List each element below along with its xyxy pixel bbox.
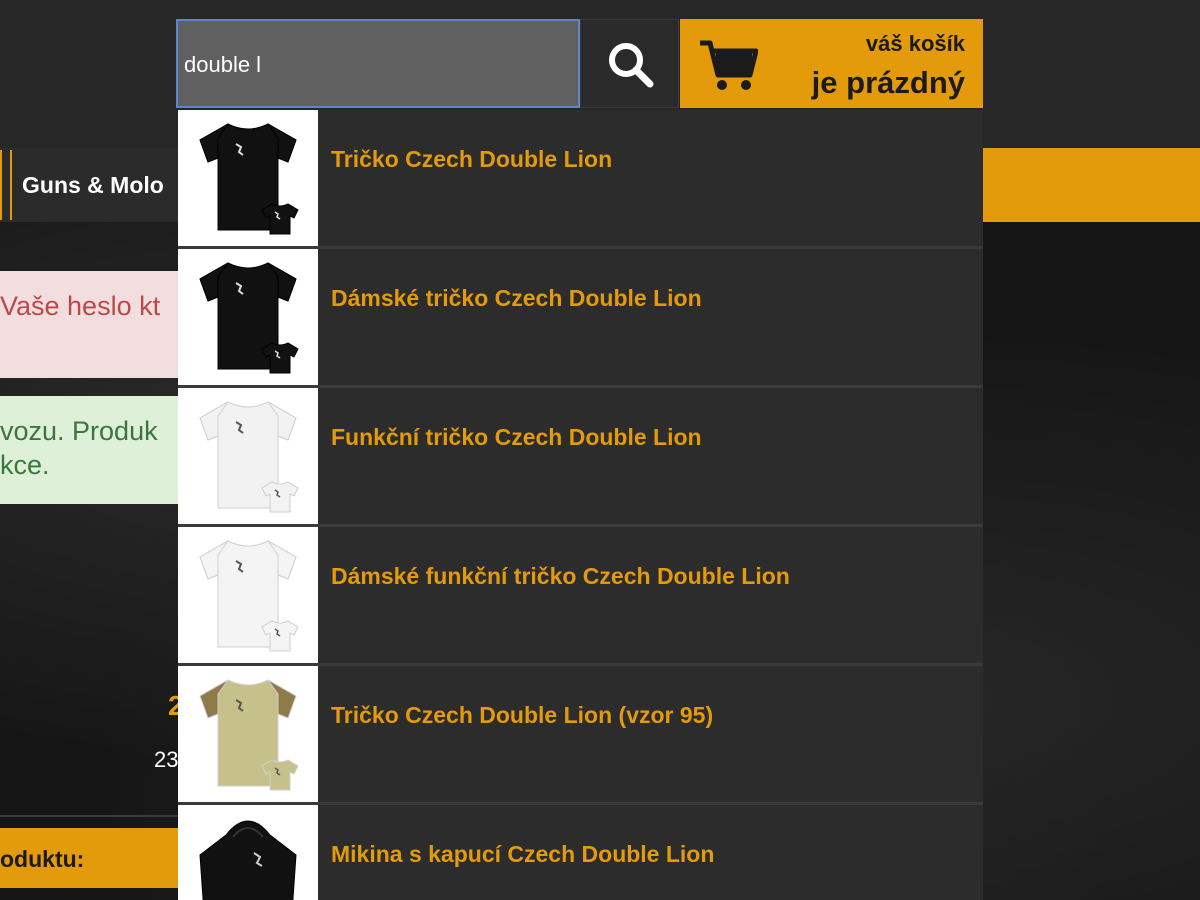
product-thumbnail	[178, 388, 318, 524]
product-thumbnail	[178, 110, 318, 246]
search-input[interactable]	[184, 49, 564, 81]
product-thumbnail	[178, 249, 318, 385]
product-thumbnail	[178, 527, 318, 663]
text-fragment: 23	[154, 747, 179, 772]
tshirt-image	[199, 123, 299, 235]
cart-icon	[700, 40, 758, 90]
suggestion-label: Mikina s kapucí Czech Double Lion	[331, 841, 715, 867]
tshirt-image	[199, 820, 297, 900]
success-alert-line: kce.	[0, 450, 50, 480]
error-alert-text: Vaše heslo kt	[0, 291, 161, 321]
suggestion-label: Dámské tričko Czech Double Lion	[331, 285, 702, 311]
suggestion-item[interactable]: Tričko Czech Double Lion	[178, 110, 983, 246]
error-alert: Vaše heslo kt	[0, 271, 190, 378]
cart-title: váš košík	[865, 31, 965, 56]
product-section-label: oduktu:	[0, 846, 85, 872]
tshirt-image	[199, 401, 299, 513]
cart-button[interactable]: váš košík je prázdný	[680, 19, 983, 108]
tshirt-image	[199, 540, 299, 652]
tshirt-image	[199, 262, 299, 374]
divider	[0, 815, 190, 817]
success-alert: vozu. Produk kce.	[0, 396, 190, 504]
suggestion-label: Dámské funkční tričko Czech Double Lion	[331, 563, 790, 589]
suggestion-label: Tričko Czech Double Lion	[331, 146, 613, 172]
tshirt-image	[199, 679, 299, 791]
search-suggestions: Tričko Czech Double Lion Dámské tričko Cz…	[178, 110, 983, 900]
search-field[interactable]	[176, 19, 580, 108]
suggestion-item[interactable]: Dámské funkční tričko Czech Double Lion	[178, 527, 983, 663]
nav-separator	[10, 150, 12, 220]
search-icon	[608, 42, 653, 87]
search-button[interactable]	[580, 19, 679, 108]
nav-accent-block	[983, 148, 1200, 222]
nav-item-guns-molo[interactable]: Guns & Molo	[22, 172, 164, 199]
suggestion-label: Funkční tričko Czech Double Lion	[331, 424, 702, 450]
suggestion-item[interactable]: Mikina s kapucí Czech Double Lion	[178, 805, 983, 900]
suggestion-item[interactable]: Funkční tričko Czech Double Lion	[178, 388, 983, 524]
product-thumbnail	[178, 666, 318, 802]
product-thumbnail	[178, 805, 318, 900]
nav-separator	[0, 150, 2, 220]
suggestion-item[interactable]: Dámské tričko Czech Double Lion	[178, 249, 983, 385]
product-section-header: oduktu:	[0, 828, 190, 888]
success-alert-line: vozu. Produk	[0, 416, 158, 446]
suggestion-label: Tričko Czech Double Lion (vzor 95)	[331, 702, 714, 728]
suggestion-item[interactable]: Tričko Czech Double Lion (vzor 95)	[178, 666, 983, 802]
cart-status: je prázdný	[811, 65, 965, 100]
